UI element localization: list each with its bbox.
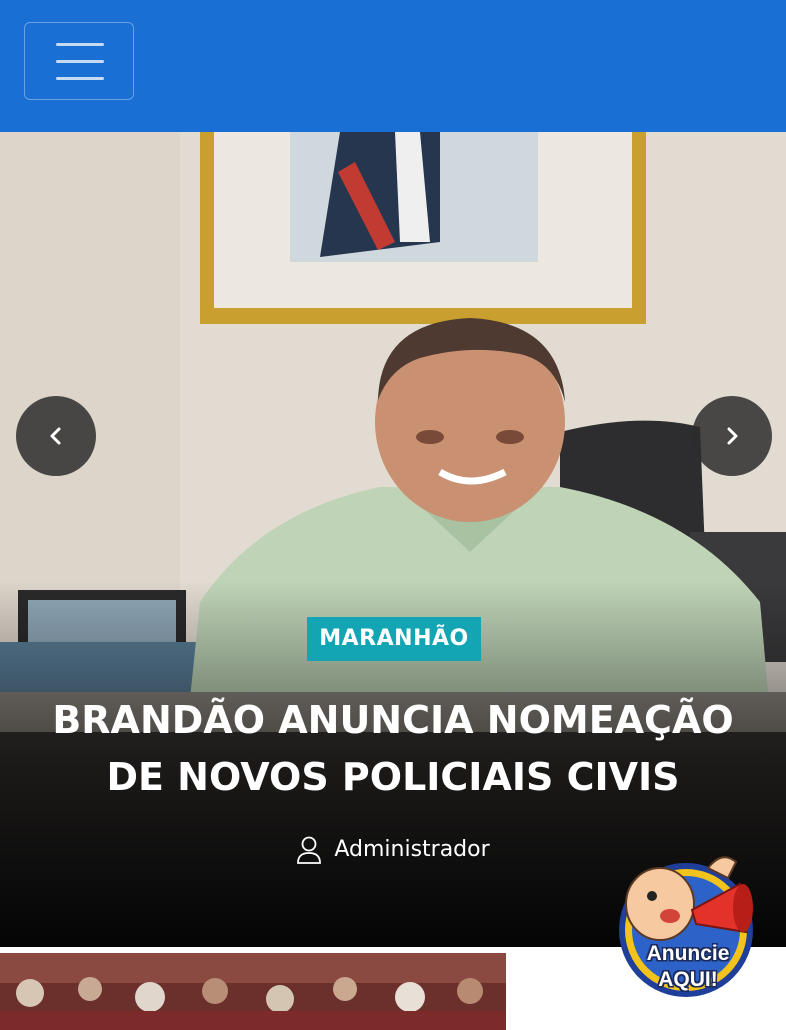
news-thumbnail-image[interactable] <box>0 953 506 1030</box>
user-icon <box>297 836 322 864</box>
featured-news-carousel[interactable]: MARANHÃO BRANDÃO ANUNCIA NOMEAÇÃO DE NOV… <box>0 132 786 947</box>
top-navbar <box>0 0 786 132</box>
author-name[interactable]: Administrador <box>334 837 489 862</box>
advertise-line1: Anuncie <box>646 942 730 965</box>
news-headline[interactable]: BRANDÃO ANUNCIA NOMEAÇÃO DE NOVOS POLICI… <box>40 692 746 806</box>
hero-gradient-overlay <box>0 132 786 947</box>
menu-toggle-button[interactable] <box>24 22 134 100</box>
chevron-right-icon <box>727 427 738 445</box>
advertise-here-badge[interactable]: Anuncie AQUI! <box>612 848 764 1000</box>
carousel-prev-button[interactable] <box>16 396 96 476</box>
chevron-left-icon <box>50 427 61 445</box>
carousel-next-button[interactable] <box>692 396 772 476</box>
hamburger-icon <box>56 43 104 81</box>
category-badge[interactable]: MARANHÃO <box>307 617 481 661</box>
advertise-line2: AQUI! <box>658 968 718 991</box>
